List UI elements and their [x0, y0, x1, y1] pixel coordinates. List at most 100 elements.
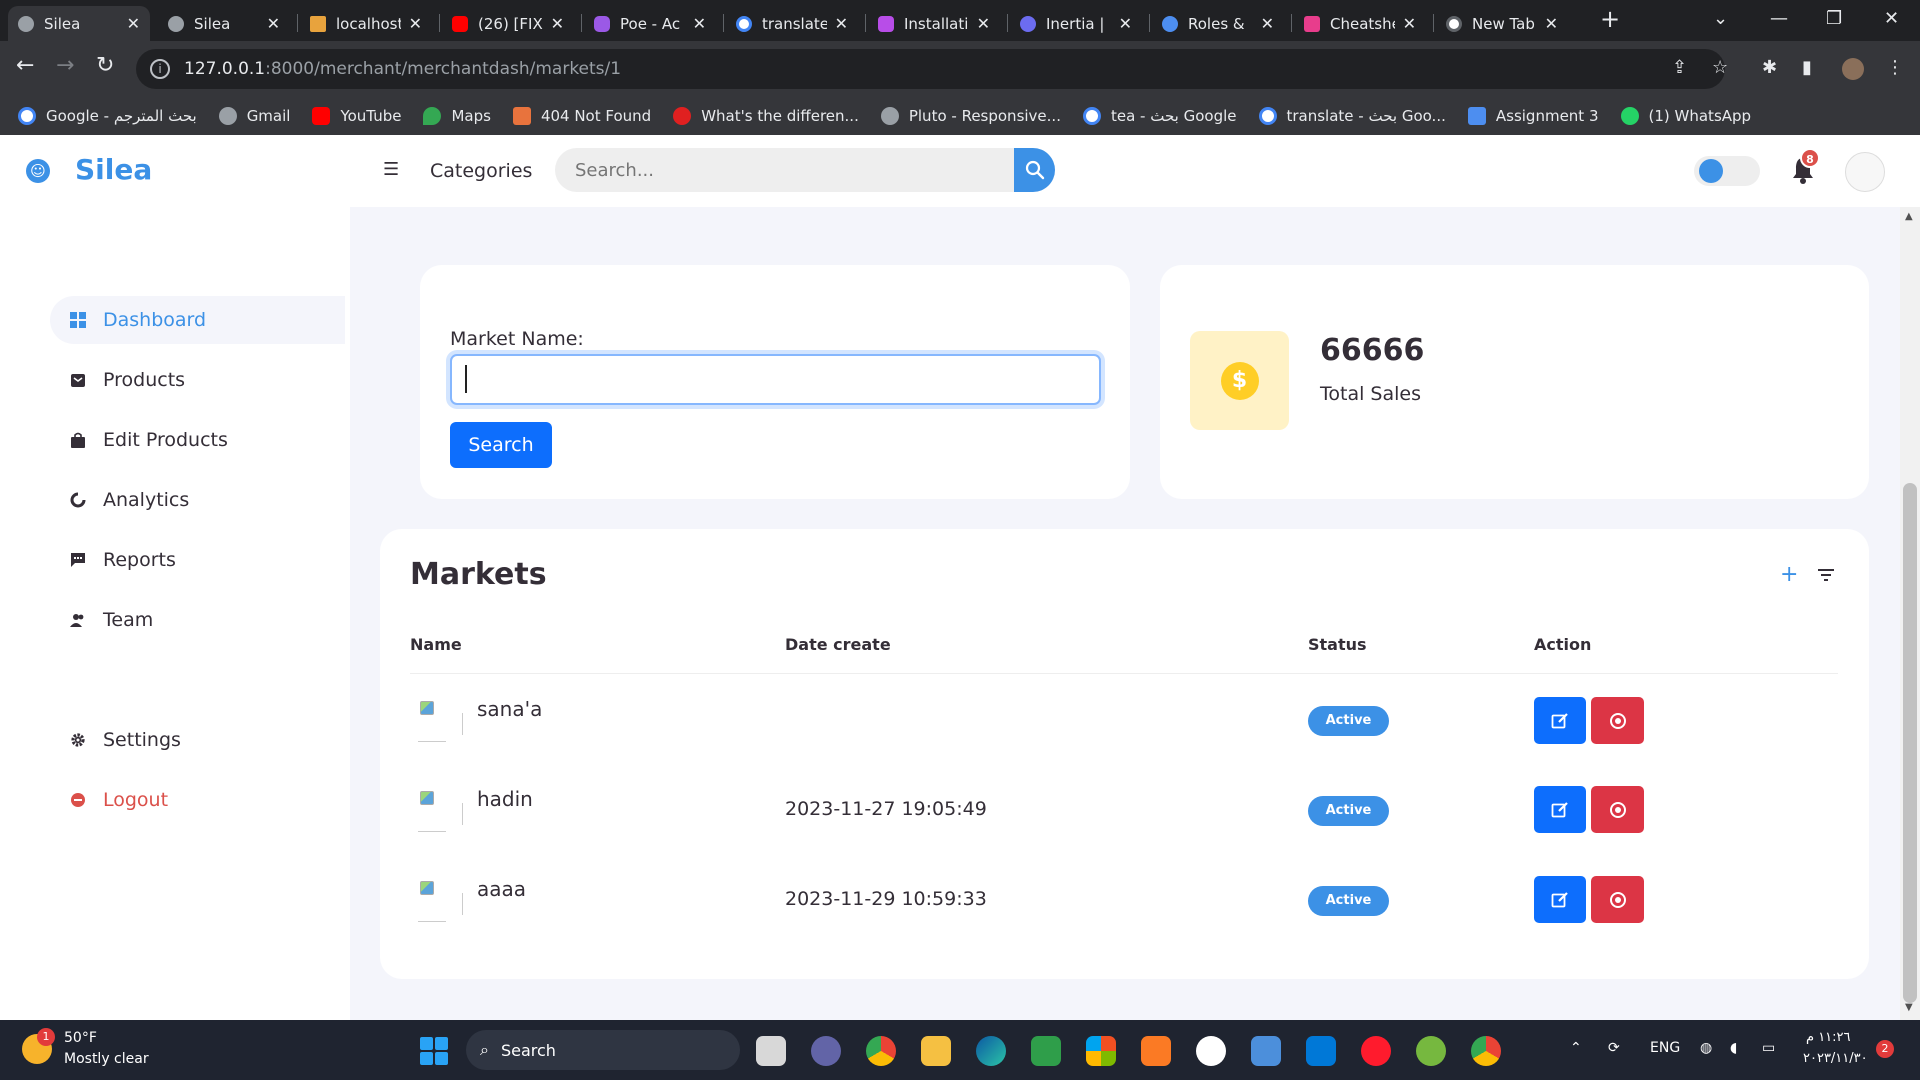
bookmark-item[interactable]: Maps: [423, 107, 491, 125]
sidebar-item-edit-products[interactable]: Edit Products: [50, 416, 345, 464]
clock-date[interactable]: ٢٠٢٣/١١/٣٠: [1803, 1051, 1868, 1066]
search-submit-button[interactable]: Search: [450, 422, 552, 468]
sync-icon[interactable]: ⟳: [1608, 1040, 1620, 1056]
notepad-icon[interactable]: [1251, 1036, 1281, 1066]
browser-tab[interactable]: (26) [FIXE ✕: [442, 6, 574, 41]
browser-tab[interactable]: Installatio ✕: [868, 6, 1000, 41]
edit-button[interactable]: [1534, 697, 1586, 744]
battery-icon[interactable]: ▭: [1762, 1040, 1775, 1056]
sidebar-item-logout[interactable]: Logout: [50, 776, 345, 824]
restore-icon[interactable]: ❐: [1826, 8, 1842, 29]
close-icon[interactable]: ✕: [409, 14, 422, 33]
edit-button[interactable]: [1534, 786, 1586, 833]
window-close-icon[interactable]: ✕: [1884, 8, 1899, 29]
theme-switch[interactable]: [1694, 156, 1760, 186]
taskbar-search[interactable]: ⌕ Search: [466, 1030, 740, 1070]
browser-tab[interactable]: Cheatshe ✕: [1294, 6, 1426, 41]
vscode-icon[interactable]: [1306, 1036, 1336, 1066]
close-icon[interactable]: ✕: [267, 14, 280, 33]
extensions-icon[interactable]: ✱: [1762, 57, 1777, 78]
forward-icon[interactable]: →: [56, 53, 74, 78]
close-icon[interactable]: ✕: [693, 14, 706, 33]
user-avatar[interactable]: [1845, 152, 1885, 192]
search-input[interactable]: [555, 148, 1015, 192]
opera-icon[interactable]: [1361, 1036, 1391, 1066]
edit-button[interactable]: [1534, 876, 1586, 923]
bookmark-item[interactable]: Google - بحث المترجم: [18, 107, 197, 125]
tab-search-icon[interactable]: ⌄: [1713, 8, 1728, 29]
sidebar-item-dashboard[interactable]: Dashboard: [50, 296, 345, 344]
bookmark-item[interactable]: 404 Not Found: [512, 107, 651, 125]
close-icon[interactable]: ✕: [551, 14, 564, 33]
page-scrollbar[interactable]: ▲ ▼: [1900, 207, 1920, 1020]
teams-chat-icon[interactable]: [811, 1036, 841, 1066]
word-icon[interactable]: [1196, 1036, 1226, 1066]
share-icon[interactable]: ⇪: [1672, 57, 1687, 78]
scroll-down-icon[interactable]: ▼: [1905, 1002, 1913, 1013]
address-bar[interactable]: i 127.0.0.1:8000/merchant/merchantdash/m…: [136, 49, 1725, 89]
bookmark-item[interactable]: Pluto - Responsive...: [880, 107, 1061, 125]
reload-icon[interactable]: ↻: [96, 53, 114, 78]
bookmark-item[interactable]: Gmail: [218, 107, 290, 125]
star-icon[interactable]: ☆: [1712, 57, 1728, 78]
app-icon[interactable]: [1031, 1036, 1061, 1066]
chrome-profile-icon[interactable]: [1471, 1036, 1501, 1066]
scrollbar-thumb[interactable]: [1903, 483, 1917, 1003]
bookmark-item[interactable]: Assignment 3: [1467, 107, 1599, 125]
back-icon[interactable]: ←: [16, 53, 34, 78]
close-icon[interactable]: ✕: [1119, 14, 1132, 33]
close-icon[interactable]: ✕: [835, 14, 848, 33]
close-icon[interactable]: ✕: [1403, 14, 1416, 33]
browser-tab[interactable]: Roles & ✕: [1152, 6, 1284, 41]
weather-desc[interactable]: Mostly clear: [64, 1051, 149, 1067]
new-tab-button[interactable]: +: [1600, 5, 1620, 33]
close-icon[interactable]: ✕: [977, 14, 990, 33]
tray-chevron-icon[interactable]: ⌃: [1570, 1040, 1582, 1056]
sidebar-item-products[interactable]: Products: [50, 356, 345, 404]
brand-name[interactable]: Silea: [75, 153, 152, 186]
menu-toggle-icon[interactable]: ☰: [383, 159, 399, 180]
search-button[interactable]: [1014, 148, 1055, 192]
filter-icon[interactable]: [1818, 569, 1834, 581]
scroll-up-icon[interactable]: ▲: [1905, 211, 1913, 222]
clock-time[interactable]: ١١:٢٦ م: [1806, 1030, 1851, 1045]
close-icon[interactable]: ✕: [127, 14, 140, 33]
close-icon[interactable]: ✕: [1545, 14, 1558, 33]
bookmark-item[interactable]: translate - بحث Goo...: [1258, 107, 1446, 125]
sidebar-item-team[interactable]: Team: [50, 596, 345, 644]
file-explorer-icon[interactable]: [921, 1036, 951, 1066]
sidebar-item-analytics[interactable]: Analytics: [50, 476, 345, 524]
url-text[interactable]: 127.0.0.1:8000/merchant/merchantdash/mar…: [184, 59, 621, 79]
delete-button[interactable]: [1591, 697, 1644, 744]
profile-avatar[interactable]: [1842, 58, 1864, 80]
network-icon[interactable]: ◍: [1700, 1040, 1712, 1056]
utorrent-icon[interactable]: [1416, 1036, 1446, 1066]
xampp-icon[interactable]: [1141, 1036, 1171, 1066]
bookmark-item[interactable]: YouTube: [312, 107, 401, 125]
volume-icon[interactable]: ◖: [1730, 1040, 1737, 1056]
minimize-icon[interactable]: —: [1770, 8, 1788, 29]
edge-icon[interactable]: [976, 1036, 1006, 1066]
browser-tab[interactable]: translate ✕: [726, 6, 858, 41]
browser-tab[interactable]: Poe - Ac ✕: [584, 6, 716, 41]
sidebar-item-settings[interactable]: Settings: [50, 716, 345, 764]
browser-tab[interactable]: New Tab ✕: [1436, 6, 1568, 41]
menu-icon[interactable]: ⋮: [1886, 57, 1904, 78]
delete-button[interactable]: [1591, 786, 1644, 833]
browser-tab[interactable]: localhost ✕: [300, 6, 432, 41]
browser-tab[interactable]: Silea ✕: [8, 6, 150, 41]
close-icon[interactable]: ✕: [1261, 14, 1274, 33]
delete-button[interactable]: [1591, 876, 1644, 923]
weather-temp[interactable]: 50°F: [64, 1030, 97, 1046]
notification-center-badge[interactable]: 2: [1876, 1040, 1894, 1058]
chrome-icon[interactable]: [866, 1036, 896, 1066]
site-info-icon[interactable]: i: [150, 59, 170, 79]
windows-start-icon[interactable]: [420, 1037, 448, 1065]
browser-tab[interactable]: Silea ✕: [158, 6, 290, 41]
bookmark-item[interactable]: tea - بحث Google: [1082, 107, 1237, 125]
task-view-icon[interactable]: [756, 1036, 786, 1066]
sidebar-item-reports[interactable]: Reports: [50, 536, 345, 584]
bookmark-item[interactable]: What's the differen...: [673, 107, 859, 125]
language-indicator[interactable]: ENG: [1650, 1040, 1680, 1056]
microsoft-store-icon[interactable]: [1086, 1036, 1116, 1066]
